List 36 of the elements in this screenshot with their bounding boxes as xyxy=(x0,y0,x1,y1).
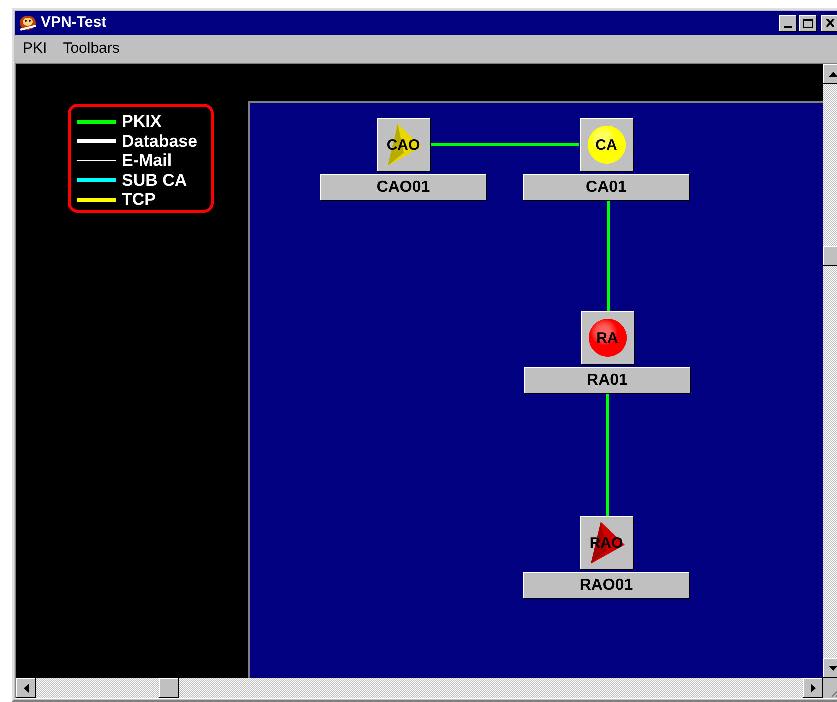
menu-item[interactable]: Toolbars xyxy=(63,38,120,60)
scroll-right-button[interactable] xyxy=(803,678,823,698)
node-label[interactable]: RA01 xyxy=(524,367,691,394)
close-button[interactable] xyxy=(821,14,837,32)
minimize-icon xyxy=(784,26,792,28)
node-label[interactable]: RAO01 xyxy=(523,572,690,599)
node-badge-text: RA xyxy=(596,330,618,346)
down-arrow-icon xyxy=(828,666,837,670)
node-tile[interactable]: RA xyxy=(580,311,634,365)
scroll-thumb[interactable] xyxy=(823,246,837,266)
scroll-up-button[interactable] xyxy=(823,64,837,84)
legend-label: PKIX xyxy=(122,113,162,130)
node-tile[interactable]: CA xyxy=(580,118,634,172)
legend-label: TCP xyxy=(122,191,156,208)
minimize-button[interactable] xyxy=(779,14,797,32)
right-arrow-icon xyxy=(810,684,816,692)
legend-label: E-Mail xyxy=(122,152,172,170)
horizontal-scrollbar[interactable] xyxy=(16,678,823,698)
node-label[interactable]: CAO01 xyxy=(320,174,487,201)
app-icon xyxy=(18,14,38,32)
legend-label: SUB CA xyxy=(122,172,188,189)
window-title: VPN-Test xyxy=(41,12,107,33)
maximize-button[interactable] xyxy=(799,14,817,32)
scroll-thumb[interactable] xyxy=(159,678,179,698)
vertical-scrollbar[interactable] xyxy=(823,64,837,698)
left-arrow-icon xyxy=(24,684,28,692)
maximize-icon xyxy=(803,18,813,28)
scroll-left-button[interactable] xyxy=(16,678,36,698)
size-grip[interactable] xyxy=(823,678,837,698)
node-badge-text: CA xyxy=(596,138,618,152)
close-icon xyxy=(826,19,834,27)
scroll-down-button[interactable] xyxy=(823,658,837,678)
menu-item[interactable]: PKI xyxy=(23,38,48,60)
up-arrow-icon xyxy=(828,72,837,76)
legend-label: Database xyxy=(122,132,198,150)
node-label[interactable]: CA01 xyxy=(523,174,690,201)
